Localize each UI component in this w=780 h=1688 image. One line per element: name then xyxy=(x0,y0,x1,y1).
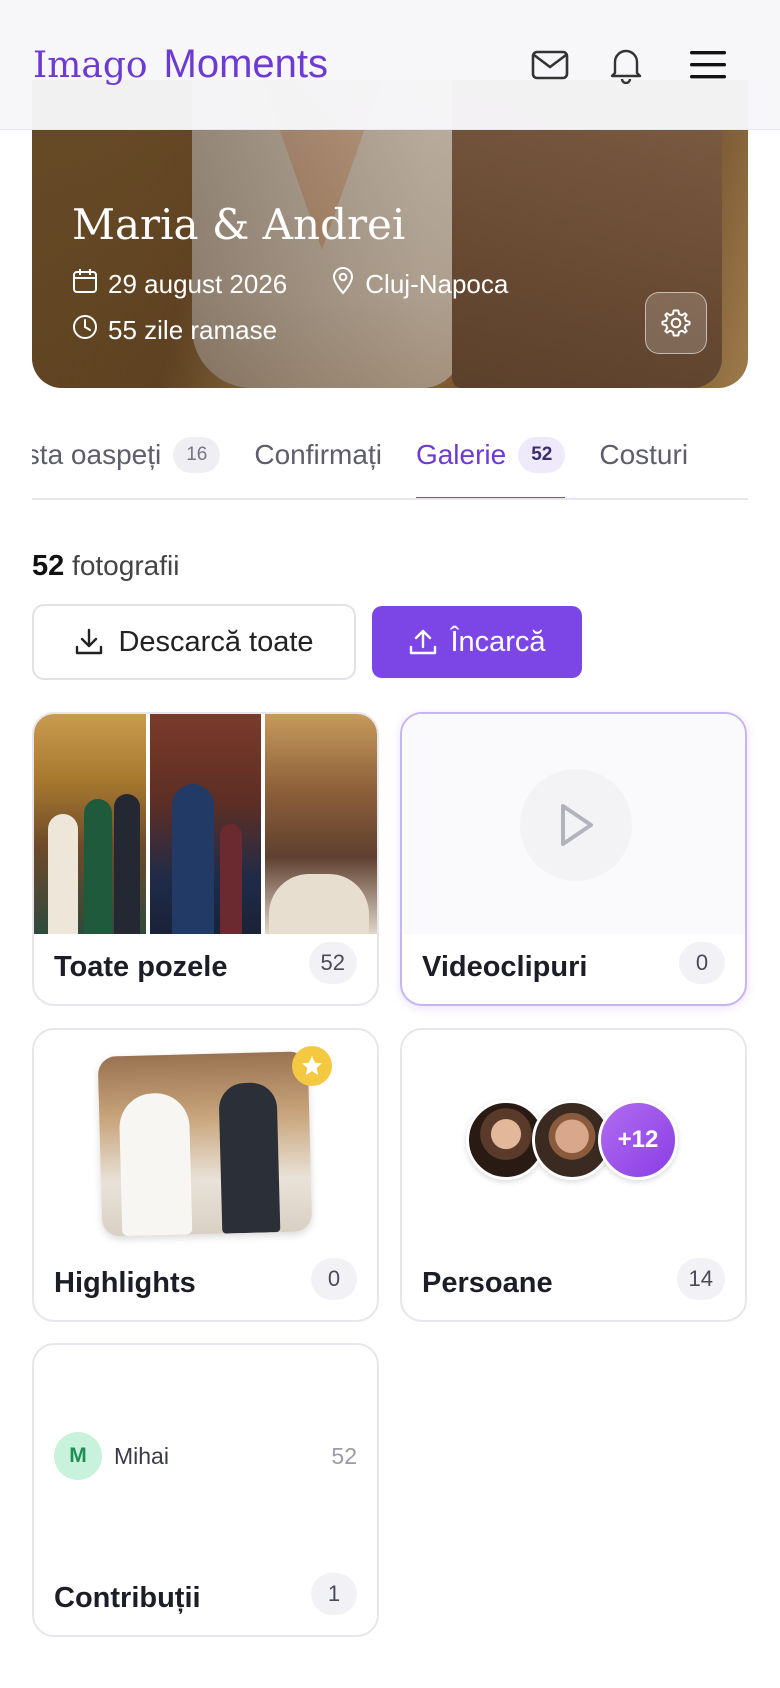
tab-label: Confirmați xyxy=(254,439,382,470)
contributor-avatar: M xyxy=(54,1432,102,1480)
star-icon xyxy=(292,1046,332,1086)
contributor-count: 52 xyxy=(331,1442,357,1469)
tab-label: Lista oaspeți xyxy=(32,439,162,470)
clock-icon xyxy=(72,314,98,347)
highlight-photo xyxy=(97,1051,313,1237)
album-count: 0 xyxy=(311,1258,357,1300)
event-title: Maria & Andrei xyxy=(72,200,406,249)
people-avatars: +12 xyxy=(466,1100,678,1180)
photo-count-label: fotografii xyxy=(72,550,180,581)
album-label: Persoane xyxy=(422,1267,553,1299)
event-countdown-row: 55 zile ramase xyxy=(72,314,277,347)
album-card-contributions[interactable]: M Mihai 52 Contribuții 1 xyxy=(32,1343,379,1637)
album-card-all-photos[interactable]: Toate pozele 52 xyxy=(32,712,379,1006)
play-icon xyxy=(520,769,632,881)
mail-icon[interactable] xyxy=(525,40,575,90)
tab-badge: 52 xyxy=(518,437,566,473)
album-label: Toate pozele xyxy=(54,951,228,983)
album-card-people[interactable]: +12 Persoane 14 xyxy=(400,1028,747,1322)
tab-label: Galerie xyxy=(415,439,507,470)
album-count: 1 xyxy=(311,1573,357,1615)
tab-costs[interactable]: Costuri xyxy=(599,430,688,480)
tab-badge: 16 xyxy=(173,437,221,473)
event-location: Cluj-Napoca xyxy=(365,269,509,299)
album-card-highlights[interactable]: Highlights 0 xyxy=(32,1028,379,1322)
thumbnail-photo xyxy=(265,714,377,934)
photo-bride xyxy=(118,1092,193,1237)
download-all-label: Descarcă toate xyxy=(118,625,314,658)
album-count: 14 xyxy=(676,1258,725,1300)
event-date: 29 august 2026 xyxy=(108,269,288,299)
more-people-badge: +12 xyxy=(598,1100,678,1180)
download-icon xyxy=(76,628,103,655)
album-label: Contribuții xyxy=(54,1582,201,1614)
tab-label: Costuri xyxy=(599,439,689,470)
album-card-videos[interactable]: Videoclipuri 0 xyxy=(400,712,747,1006)
brand-name-part1: Imago xyxy=(33,45,148,86)
photo-groom xyxy=(218,1082,281,1234)
thumbnail-photo xyxy=(149,714,262,934)
download-all-button[interactable]: Descarcă toate xyxy=(32,604,356,680)
app-header: Imago Moments xyxy=(0,0,780,130)
brand-name-part2: Moments xyxy=(163,42,329,86)
gear-icon xyxy=(661,309,691,337)
album-count: 52 xyxy=(308,942,357,984)
upload-icon xyxy=(410,629,437,655)
event-tabs: Lista oaspeți 16 Confirmați Galerie 52 C… xyxy=(32,430,748,500)
event-days-left: 55 zile ramase xyxy=(108,315,278,345)
contributor-row: M Mihai 52 xyxy=(54,1431,357,1481)
bell-icon[interactable] xyxy=(601,40,651,90)
contributor-name: Mihai xyxy=(114,1442,169,1469)
menu-icon[interactable] xyxy=(683,40,733,90)
brand-logo[interactable]: Imago Moments xyxy=(33,42,328,92)
photo-count-number: 52 xyxy=(32,550,65,582)
album-thumbnails xyxy=(34,714,377,934)
tab-guest-list[interactable]: Lista oaspeți 16 xyxy=(32,430,221,480)
photo-count: 52 fotografii xyxy=(32,550,179,583)
tab-confirmed[interactable]: Confirmați xyxy=(254,430,382,480)
album-label: Videoclipuri xyxy=(422,951,588,983)
calendar-icon xyxy=(72,268,98,301)
location-pin-icon xyxy=(331,267,355,302)
album-label: Highlights xyxy=(54,1267,196,1299)
upload-button[interactable]: Încarcă xyxy=(372,606,582,678)
event-settings-button[interactable] xyxy=(645,292,707,354)
album-count: 0 xyxy=(679,942,725,984)
event-meta-row: 29 august 2026 Cluj-Napoca xyxy=(72,267,508,302)
tab-gallery[interactable]: Galerie 52 xyxy=(415,430,566,498)
thumbnail-photo xyxy=(34,714,146,934)
upload-label: Încarcă xyxy=(450,625,546,658)
